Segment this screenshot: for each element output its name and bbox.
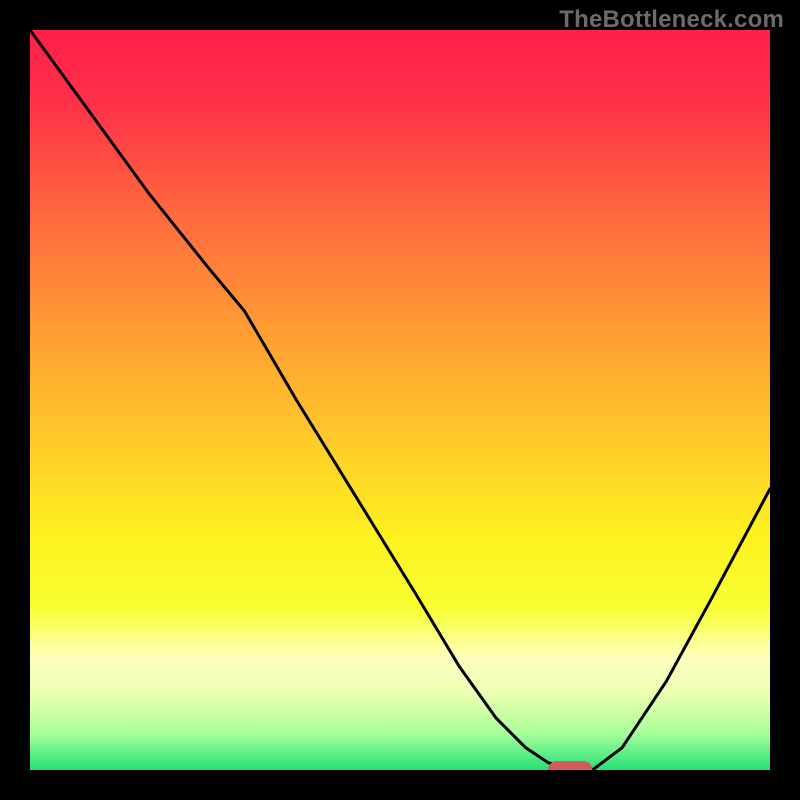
optimal-marker <box>548 761 592 770</box>
chart-frame: TheBottleneck.com <box>0 0 800 800</box>
gradient-background <box>30 30 770 770</box>
chart-svg <box>30 30 770 770</box>
plot-area <box>30 30 770 770</box>
